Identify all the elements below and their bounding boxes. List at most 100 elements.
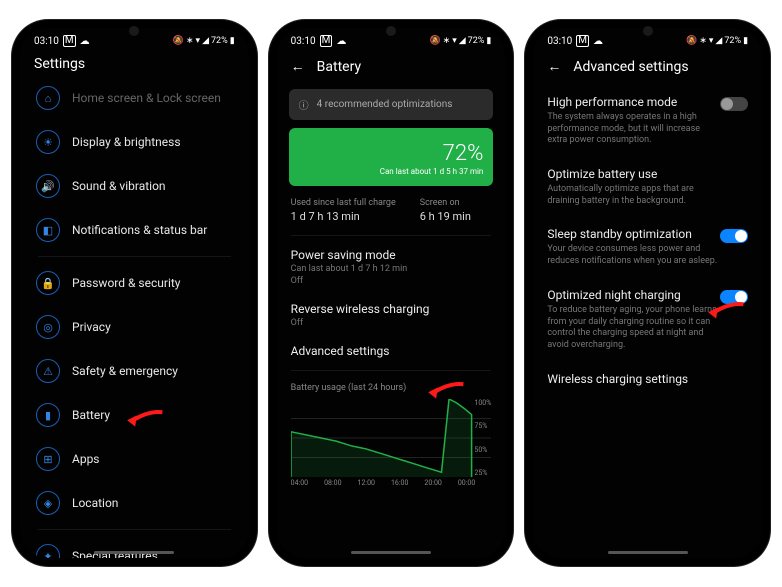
row-subtitle: Automatically optimize apps that are dra… bbox=[547, 184, 717, 207]
row-label: Safety & emergency bbox=[72, 364, 178, 378]
row-subtitle: Can last about 1 d 7 h 12 min bbox=[291, 264, 492, 274]
adv-row-wireless-charging-settings[interactable]: Wireless charging settings bbox=[533, 362, 762, 396]
battery-row-advanced-settings[interactable]: Advanced settings bbox=[277, 336, 506, 366]
phone-settings: 03:10 M ☁ 🔕 ∗ ▾ ◢ 72% ▮ Settings ⌂Home s… bbox=[12, 20, 257, 566]
row-icon: ⌂ bbox=[36, 86, 60, 110]
gmail-icon: M bbox=[63, 35, 76, 47]
stat-label: Used since last full charge bbox=[291, 198, 396, 208]
row-icon: ▮ bbox=[36, 403, 60, 427]
settings-row-notifications-status-bar[interactable]: ◧ Notifications & status bar bbox=[24, 208, 245, 252]
phone-advanced: 03:10 M ☁ 🔕 ∗ ▾ ◢ 72% ▮ ← Advanced setti… bbox=[525, 20, 770, 566]
gmail-icon: M bbox=[576, 35, 589, 47]
row-title: Advanced settings bbox=[291, 344, 492, 358]
row-label: Sound & vibration bbox=[72, 179, 166, 193]
cloud-icon: ☁ bbox=[336, 36, 346, 47]
battery-percent: 72% bbox=[443, 143, 484, 165]
cloud-icon: ☁ bbox=[80, 36, 90, 47]
page-title: Settings bbox=[20, 50, 249, 76]
home-indicator[interactable] bbox=[94, 551, 174, 554]
bluetooth-icon: ∗ bbox=[186, 36, 194, 46]
bell-off-icon: 🔕 bbox=[429, 36, 440, 46]
back-icon[interactable]: ← bbox=[291, 58, 305, 75]
header: ← Battery bbox=[277, 50, 506, 85]
signal-icon: ◢ bbox=[202, 36, 209, 46]
toggle[interactable] bbox=[720, 97, 748, 111]
settings-row-special-features[interactable]: ✦Special features bbox=[24, 534, 245, 558]
row-subtitle: Off bbox=[291, 318, 492, 328]
settings-row-apps[interactable]: ⊞Apps bbox=[24, 437, 245, 481]
row-title: Power saving mode bbox=[291, 248, 492, 262]
camera-notch bbox=[643, 26, 653, 36]
screen: 03:10 M ☁ 🔕 ∗ ▾ ◢ 72% ▮ ← Advanced setti… bbox=[533, 28, 762, 558]
row-label: Notifications & status bar bbox=[72, 223, 207, 237]
divider bbox=[38, 256, 231, 257]
row-label: Location bbox=[72, 496, 118, 510]
settings-row-battery[interactable]: ▮Battery bbox=[24, 393, 245, 437]
row-title: Optimize battery use bbox=[547, 167, 748, 181]
settings-row-safety-emergency[interactable]: ⚠ Safety & emergency bbox=[24, 349, 245, 393]
battery-stats: Used since last full charge 1 d 7 h 13 m… bbox=[277, 194, 506, 231]
settings-row-sound-vibration[interactable]: 🔊 Sound & vibration bbox=[24, 164, 245, 208]
battery-chart[interactable]: 100%75%50%25% bbox=[291, 399, 492, 477]
optimizations-banner[interactable]: ⓘ 4 recommended optimizations bbox=[289, 89, 494, 120]
row-title: High performance mode bbox=[547, 95, 748, 109]
chart-x-labels: 04:0008:0012:0016:0020:0000:00 bbox=[291, 477, 492, 487]
row-icon: ⚠ bbox=[36, 359, 60, 383]
status-time: 03:10 bbox=[34, 36, 59, 47]
row-label: Apps bbox=[72, 452, 100, 466]
banner-text: 4 recommended optimizations bbox=[317, 99, 453, 110]
battery-icon: ▮ bbox=[230, 36, 235, 46]
adv-row-high-performance-mode[interactable]: High performance modeThe system always o… bbox=[533, 85, 762, 157]
home-indicator[interactable] bbox=[351, 551, 431, 554]
battery-rows: Power saving mode Can last about 1 d 7 h … bbox=[277, 240, 506, 366]
battery-estimate: Can last about 1 d 5 h 37 min bbox=[380, 167, 484, 176]
row-subtitle: Off bbox=[291, 276, 492, 286]
settings-row-password-security[interactable]: 🔒Password & security bbox=[24, 261, 245, 305]
phone-battery: 03:10 M ☁ 🔕 ∗ ▾ ◢ 72% ▮ ← Battery ⓘ 4 re… bbox=[269, 20, 514, 566]
toggle[interactable] bbox=[720, 290, 748, 304]
divider bbox=[38, 529, 231, 530]
row-title: Sleep standby optimization bbox=[547, 227, 748, 241]
screen: 03:10 M ☁ 🔕 ∗ ▾ ◢ 72% ▮ ← Battery ⓘ 4 re… bbox=[277, 28, 506, 558]
adv-row-optimized-night-charging[interactable]: Optimized night charging To reduce batter… bbox=[533, 278, 762, 362]
row-title: Optimized night charging bbox=[547, 288, 748, 302]
battery-card[interactable]: 72% Can last about 1 d 5 h 37 min bbox=[289, 128, 494, 186]
status-battery-pct: 72% bbox=[468, 36, 485, 46]
back-icon[interactable]: ← bbox=[547, 58, 561, 75]
signal-icon: ◢ bbox=[459, 36, 466, 46]
bell-off-icon: 🔕 bbox=[173, 36, 184, 46]
adv-row-optimize-battery-use[interactable]: Optimize battery use Automatically optimi… bbox=[533, 157, 762, 217]
settings-row-privacy[interactable]: ◎Privacy bbox=[24, 305, 245, 349]
row-icon: ◧ bbox=[36, 218, 60, 242]
row-label: Home screen & Lock screen bbox=[72, 91, 221, 105]
row-subtitle: To reduce battery aging, your phone lear… bbox=[547, 305, 717, 352]
bluetooth-icon: ∗ bbox=[443, 36, 451, 46]
screen: 03:10 M ☁ 🔕 ∗ ▾ ◢ 72% ▮ Settings ⌂Home s… bbox=[20, 28, 249, 558]
chart-y-labels: 100%75%50%25% bbox=[474, 399, 491, 477]
settings-row-display-brightness[interactable]: ☀Display & brightness bbox=[24, 120, 245, 164]
divider bbox=[291, 235, 492, 236]
status-time: 03:10 bbox=[547, 36, 572, 47]
row-subtitle: Your device consumes less power and redu… bbox=[547, 244, 717, 267]
row-icon: ☀ bbox=[36, 130, 60, 154]
battery-row-power-saving-mode[interactable]: Power saving mode Can last about 1 d 7 h … bbox=[277, 240, 506, 294]
battery-row-reverse-wireless-charging[interactable]: Reverse wireless chargingOff bbox=[277, 294, 506, 336]
row-label: Password & security bbox=[72, 276, 180, 290]
home-indicator[interactable] bbox=[608, 551, 688, 554]
wifi-icon: ▾ bbox=[196, 36, 201, 46]
settings-row-location[interactable]: ◈Location bbox=[24, 481, 245, 525]
page-title: Battery bbox=[317, 59, 361, 75]
bluetooth-icon: ∗ bbox=[699, 36, 707, 46]
row-icon: ◎ bbox=[36, 315, 60, 339]
adv-row-sleep-standby-optimization[interactable]: Sleep standby optimization Your device co… bbox=[533, 217, 762, 277]
settings-row-home-screen-lock-screen[interactable]: ⌂ Home screen & Lock screen bbox=[24, 76, 245, 120]
status-battery-pct: 72% bbox=[724, 36, 741, 46]
info-icon: ⓘ bbox=[299, 97, 309, 112]
row-title: Wireless charging settings bbox=[547, 372, 748, 386]
toggle[interactable] bbox=[720, 229, 748, 243]
stat-value: 6 h 19 min bbox=[420, 210, 471, 223]
settings-list: ⌂ Home screen & Lock screen ☀Display & bri… bbox=[20, 76, 249, 558]
row-icon: 🔊 bbox=[36, 174, 60, 198]
stat-label: Screen on bbox=[420, 198, 471, 208]
stat-value: 1 d 7 h 13 min bbox=[291, 210, 396, 223]
